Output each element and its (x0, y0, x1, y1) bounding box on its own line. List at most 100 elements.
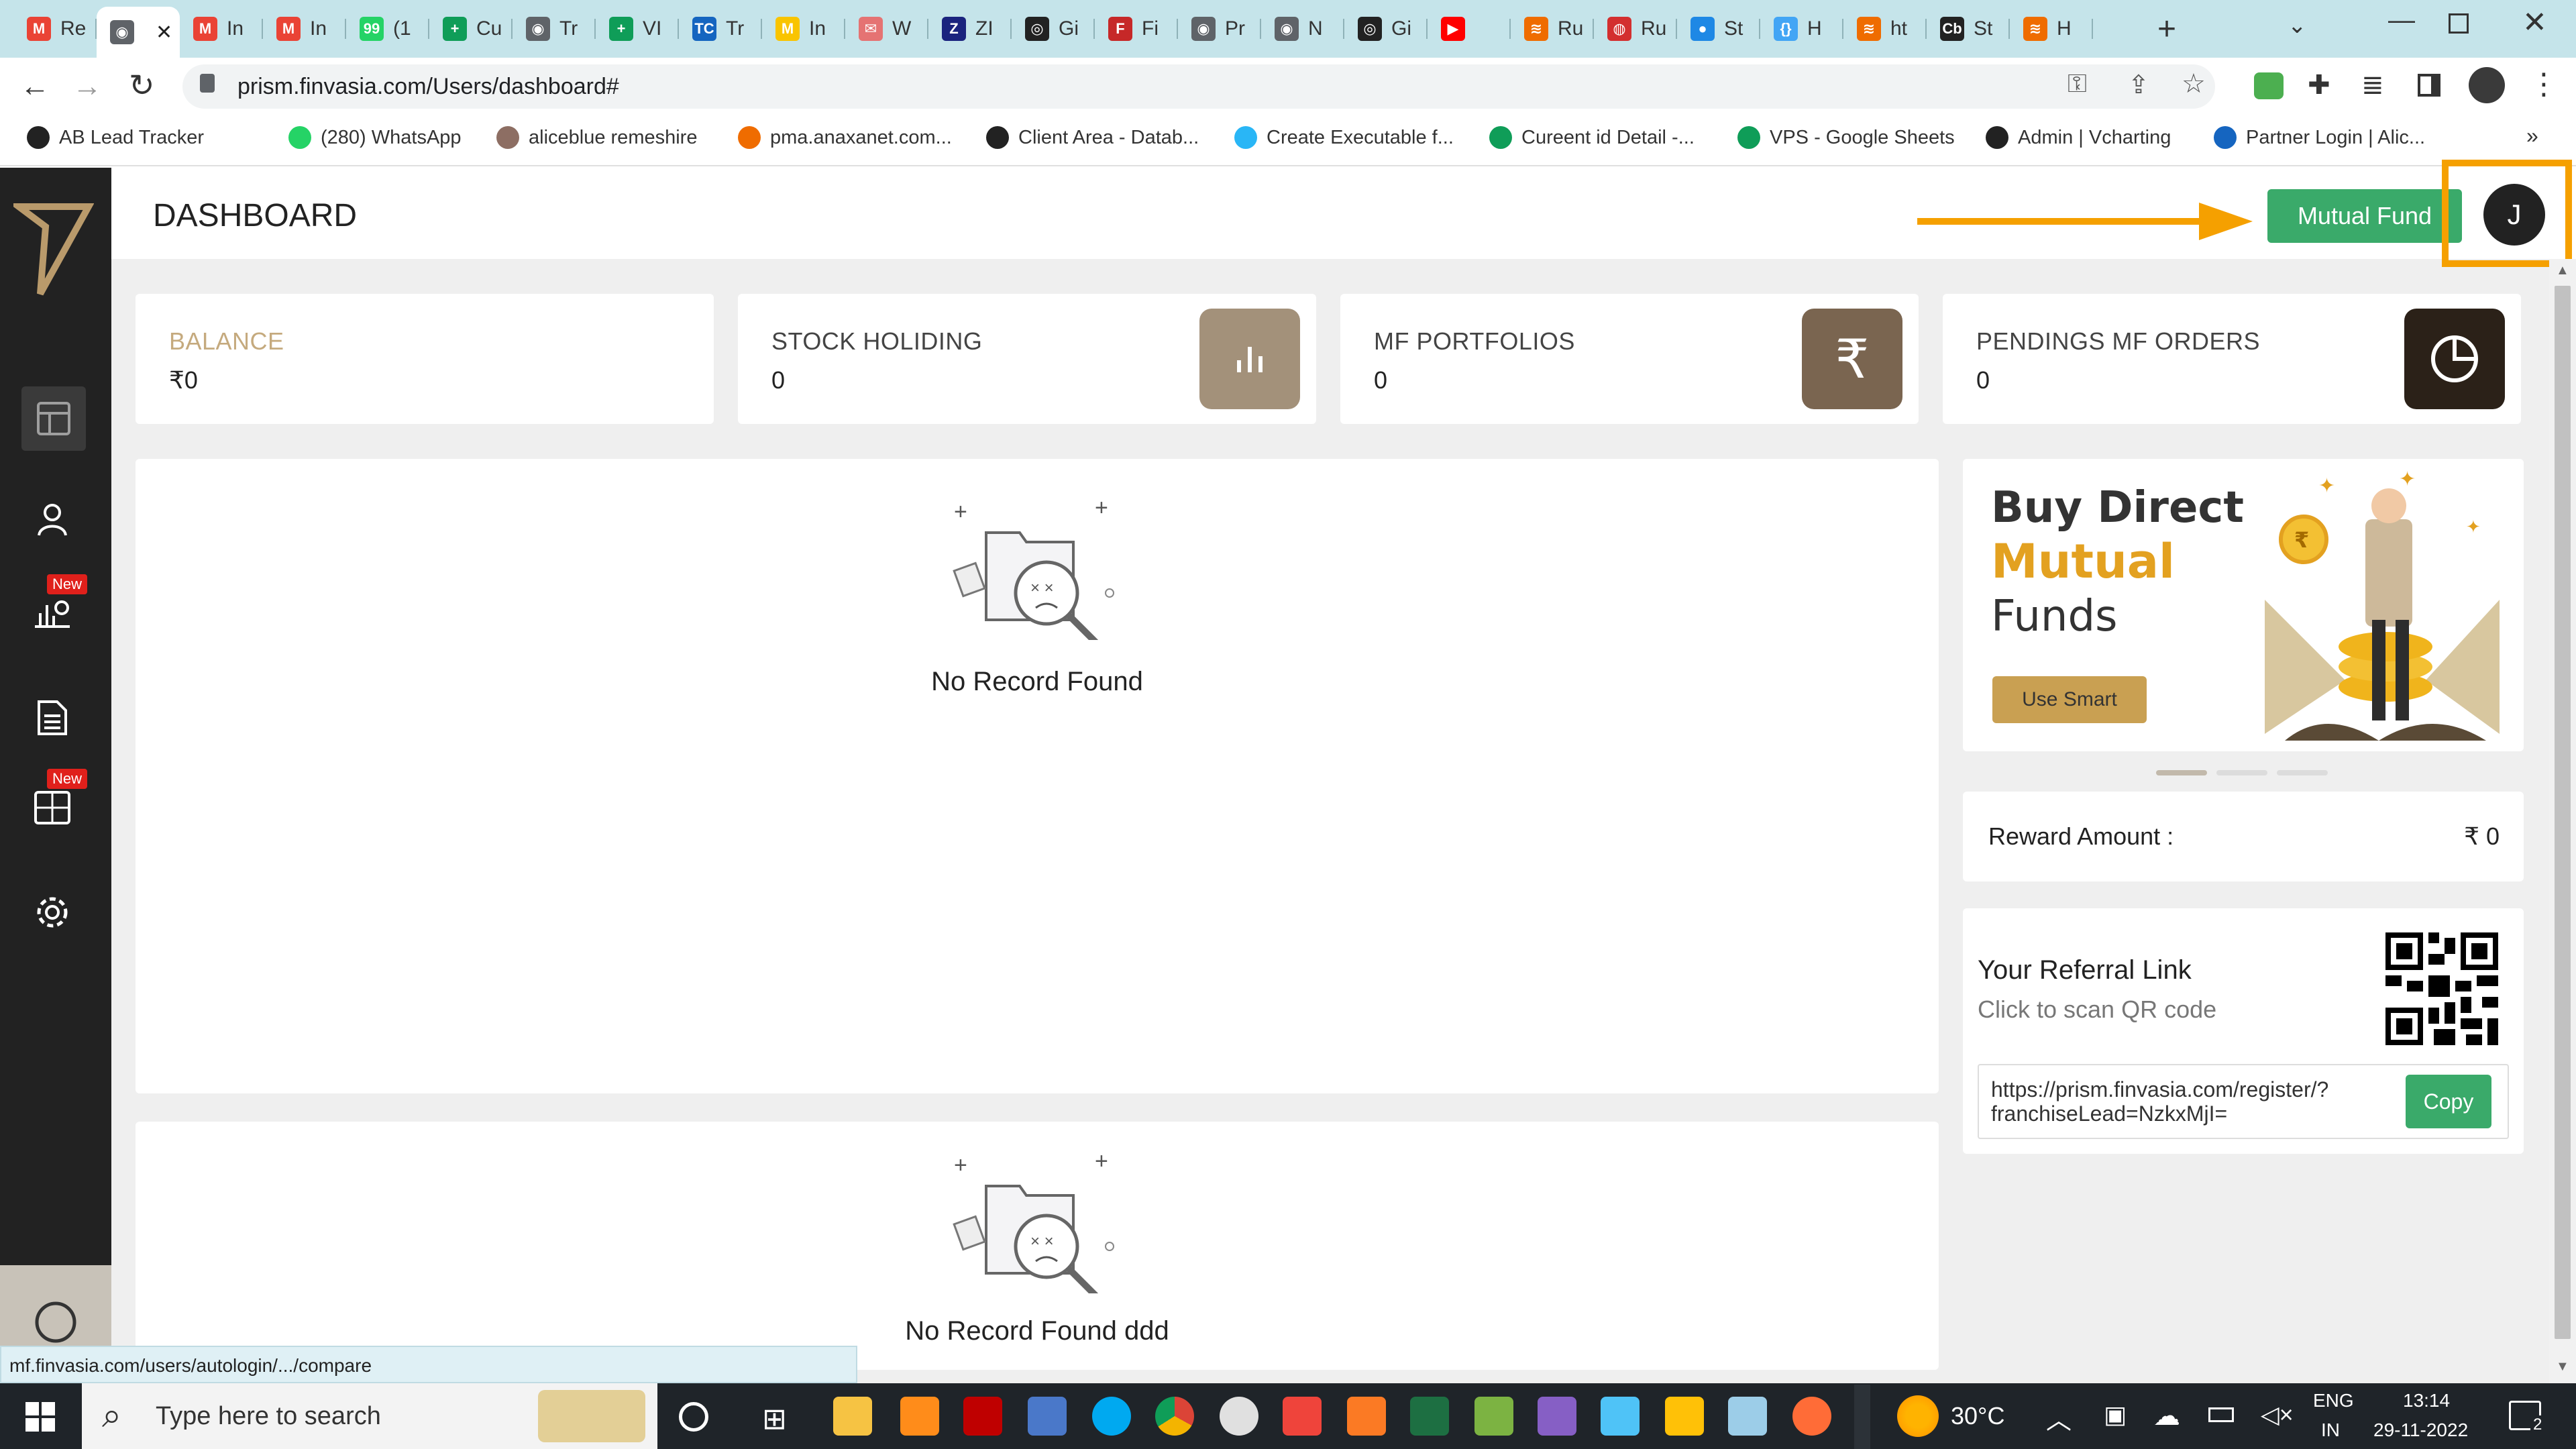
bookmark-item[interactable]: Create Executable f... (1234, 126, 1454, 149)
chrome-icon[interactable] (1155, 1397, 1194, 1436)
browser-tab[interactable]: Z ZI (928, 9, 1012, 48)
key-icon[interactable]: ⚿ (2068, 70, 2087, 99)
menu-icon[interactable]: ⋮ (2529, 67, 2559, 101)
sidebar-item-settings[interactable] (27, 887, 78, 938)
close-tab-icon[interactable]: ✕ (156, 21, 172, 44)
bookmark-item[interactable]: VPS - Google Sheets (1737, 126, 1955, 149)
promo-banner[interactable]: Buy Direct Mutual Funds Use Smart ✦ ✦ ✦ ₹ (1963, 459, 2524, 751)
bookmark-item[interactable]: Partner Login | Alic... (2214, 126, 2425, 149)
browser-tab[interactable]: ◉ ✕ (97, 7, 180, 58)
language-line2[interactable]: IN (2321, 1419, 2340, 1441)
carousel-dot-2[interactable] (2216, 770, 2267, 775)
browser-tab[interactable]: M Re (13, 9, 97, 48)
visual-studio-icon[interactable] (1538, 1397, 1576, 1436)
carousel-dot-1[interactable] (2156, 770, 2207, 775)
browser-tab[interactable]: ◉ Tr (513, 9, 596, 48)
copy-button[interactable]: Copy (2406, 1075, 2491, 1128)
browser-tab[interactable]: ◉ N (1261, 9, 1344, 48)
widgets-icon[interactable]: ⊞ (762, 1402, 787, 1436)
browser-tab[interactable]: ▶ (1428, 9, 1511, 48)
browser-tab[interactable]: ◎ Gi (1344, 9, 1428, 48)
browser-tab[interactable]: ✉ W (845, 9, 928, 48)
search-app-icon[interactable] (900, 1397, 939, 1436)
browser-tab[interactable]: 99 (1 (346, 9, 429, 48)
tray-chevron-icon[interactable]: ︿ (2046, 1399, 2072, 1436)
clock-date[interactable]: 29-11-2022 (2373, 1419, 2468, 1441)
sticky-app-icon[interactable] (1474, 1397, 1513, 1436)
browser-tab[interactable]: {} H (1760, 9, 1843, 48)
network-app-icon[interactable] (1028, 1397, 1067, 1436)
browser-tab[interactable]: ≋ H (2010, 9, 2093, 48)
qr-code[interactable] (2385, 932, 2498, 1045)
bookmark-item[interactable]: (280) WhatsApp (288, 126, 462, 149)
share-icon[interactable]: ⇪ (2128, 70, 2149, 100)
postman-icon[interactable] (1792, 1397, 1831, 1436)
temperature-text[interactable]: 30°C (1951, 1402, 2004, 1430)
bookmark-item[interactable]: Cureent id Detail -... (1489, 126, 1695, 149)
close-window-button[interactable]: ✕ (2522, 5, 2547, 40)
taskbar-search-box[interactable]: ⌕ Type here to search (82, 1383, 657, 1449)
paint-icon[interactable] (1220, 1397, 1258, 1436)
avatar[interactable]: J (2483, 184, 2545, 246)
star-icon[interactable]: ☆ (2182, 68, 2206, 99)
browser-tab[interactable]: + Cu (429, 9, 513, 48)
browser-tab[interactable]: F Fi (1095, 9, 1178, 48)
sidebar-item-dashboard[interactable] (21, 386, 86, 451)
more-bookmarks-icon[interactable]: » (2526, 123, 2538, 148)
battery-icon[interactable] (2208, 1407, 2234, 1422)
people-app-icon[interactable] (1601, 1397, 1640, 1436)
bookmark-item[interactable]: pma.anaxanet.com... (738, 126, 952, 149)
forward-icon[interactable]: → (72, 70, 102, 103)
excel-icon[interactable] (1410, 1397, 1449, 1436)
chat-button[interactable] (0, 1265, 111, 1346)
sidebar-item-reports[interactable] (27, 692, 78, 743)
browser-tab[interactable]: TC Tr (679, 9, 762, 48)
clock-time[interactable]: 13:14 (2403, 1390, 2450, 1411)
browser-tab[interactable]: M In (762, 9, 845, 48)
carousel-dot-3[interactable] (2277, 770, 2328, 775)
language-line1[interactable]: ENG (2313, 1390, 2354, 1411)
filezilla-icon[interactable] (963, 1397, 1002, 1436)
back-icon[interactable]: ← (20, 70, 50, 103)
file-explorer-icon[interactable] (833, 1397, 872, 1436)
anydesk-icon[interactable] (1283, 1397, 1322, 1436)
scroll-down-arrow[interactable]: ▼ (2556, 1359, 2569, 1375)
skype-icon[interactable] (1092, 1397, 1131, 1436)
sidepanel-icon[interactable] (2418, 74, 2440, 97)
bookmark-item[interactable]: Admin | Vcharting (1986, 126, 2171, 149)
referral-link-box[interactable]: https://prism.finvasia.com/register/? fr… (1978, 1064, 2509, 1139)
tray-device-icon[interactable]: ▣ (2104, 1401, 2127, 1429)
mutual-fund-button[interactable]: Mutual Fund (2267, 189, 2462, 243)
media-icon[interactable]: ≣ (2361, 70, 2384, 101)
profile-avatar-icon[interactable] (2469, 67, 2505, 103)
reload-icon[interactable]: ↻ (129, 67, 155, 103)
use-smart-button[interactable]: Use Smart (1992, 676, 2147, 723)
browser-tab[interactable]: + VI (596, 9, 679, 48)
browser-tab[interactable]: ≋ ht (1843, 9, 1927, 48)
minimize-button[interactable]: — (2388, 5, 2415, 36)
sidebar-item-investments[interactable] (27, 588, 78, 639)
browser-tab[interactable]: ● St (1677, 9, 1760, 48)
scroll-up-arrow[interactable]: ▲ (2556, 263, 2569, 278)
taskbar-overflow[interactable] (1854, 1385, 1870, 1449)
xampp-icon[interactable] (1347, 1397, 1386, 1436)
page-scrollbar[interactable]: ▲ ▼ (2549, 259, 2576, 1383)
address-bar[interactable]: prism.finvasia.com/Users/dashboard# ⚿ ⇪ … (182, 64, 2215, 109)
bookmark-item[interactable]: AB Lead Tracker (27, 126, 204, 149)
onedrive-icon[interactable]: ☁ (2153, 1401, 2180, 1432)
bookmark-item[interactable]: aliceblue remeshire (496, 126, 697, 149)
puzzle-icon[interactable]: ✚ (2308, 70, 2330, 101)
sidebar-item-profile[interactable] (27, 494, 78, 545)
restore-button[interactable] (2449, 13, 2469, 34)
browser-tab[interactable]: ◍ Ru (1594, 9, 1677, 48)
task-view-icon[interactable] (679, 1402, 708, 1432)
browser-tab[interactable]: Cb St (1927, 9, 2010, 48)
windows-start-icon[interactable] (25, 1402, 55, 1432)
bookmark-item[interactable]: Client Area - Datab... (986, 126, 1199, 149)
scroll-thumb[interactable] (2555, 286, 2571, 1339)
browser-tab[interactable]: M In (263, 9, 346, 48)
extension-icon[interactable] (2254, 72, 2284, 99)
tab-search-icon[interactable]: ⌄ (2288, 12, 2307, 39)
browser-tab[interactable]: ◉ Pr (1178, 9, 1261, 48)
volume-muted-icon[interactable]: ◁× (2261, 1401, 2294, 1429)
